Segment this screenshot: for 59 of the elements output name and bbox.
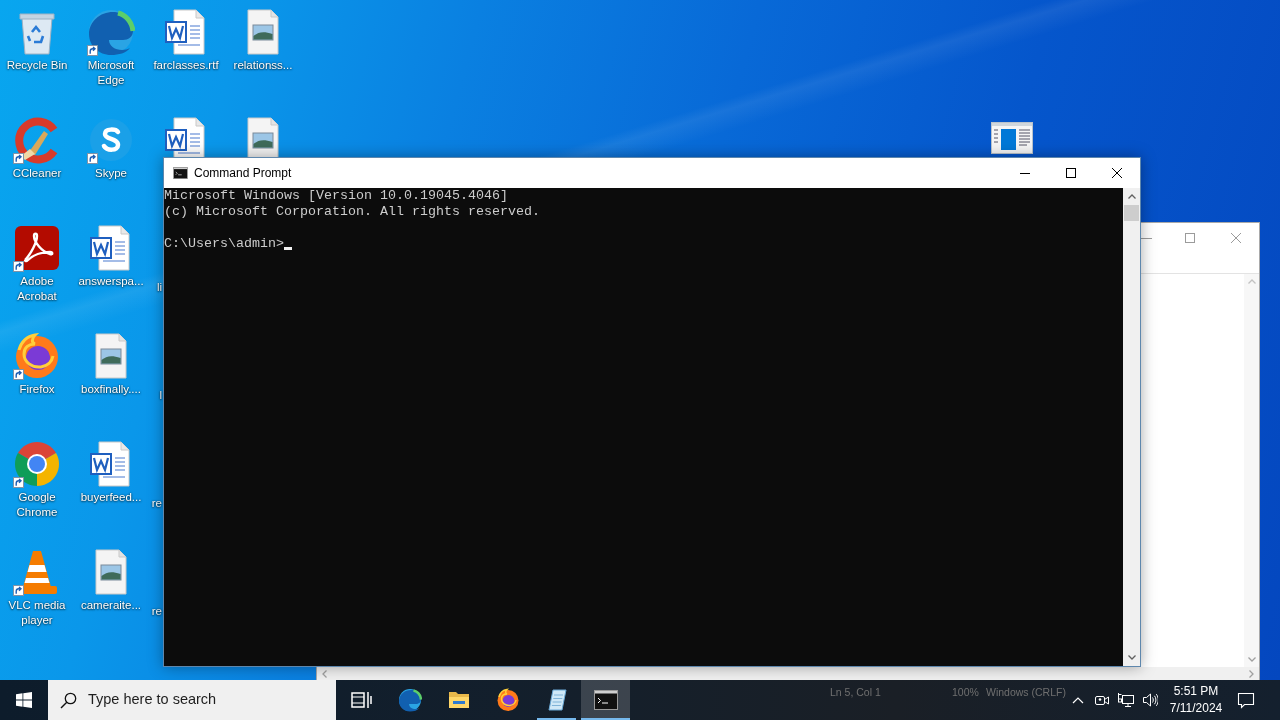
icon-label[interactable]: li	[156, 281, 162, 293]
speaker-icon	[1142, 692, 1158, 708]
network-icon	[1118, 692, 1134, 708]
line-column-status: Ln 5, Col 1	[830, 686, 881, 698]
icon-label[interactable]: cameraite...	[80, 598, 142, 613]
chevron-right-icon	[1249, 669, 1254, 678]
console-output-area[interactable]: Microsoft Windows [Version 10.0.19045.4046] (c) Microsoft Corporation. All rights reserved. C:\Users\admin>	[164, 188, 1123, 666]
vertical-scrollbar[interactable]	[1123, 188, 1140, 666]
chevron-left-icon	[322, 669, 327, 678]
zoom-status: 100%	[952, 686, 979, 698]
console-line: Microsoft Windows [Version 10.0.19045.4046]	[164, 188, 508, 204]
console-prompt: C:\Users\admin>	[164, 236, 284, 252]
icon-label[interactable]: re	[151, 605, 162, 617]
line-ending-status: Windows (CRLF)	[986, 686, 1066, 698]
fox-globe-icon[interactable]	[13, 332, 61, 380]
clock-button[interactable]: 5:51 PM 7/11/2024	[1162, 680, 1230, 720]
taskbar-button[interactable]	[581, 680, 630, 720]
console-icon	[593, 688, 618, 712]
maximize-icon	[1066, 168, 1076, 178]
console-line: (c) Microsoft Corporation. All rights reserved.	[164, 204, 540, 220]
icon-label[interactable]: Recycle Bin	[6, 58, 68, 73]
ring-logo-icon[interactable]	[13, 440, 61, 488]
speech-bubble-icon	[1237, 691, 1255, 709]
search-box[interactable]: Type here to search	[48, 680, 336, 720]
four-panes-icon	[16, 692, 32, 708]
icon-label[interactable]: CCleaner	[12, 166, 62, 181]
search-field[interactable]: Type here to search	[88, 689, 328, 711]
chevron-down-icon	[1127, 655, 1136, 660]
icon-label[interactable]: Skype	[95, 166, 127, 181]
icon-label[interactable]: VLC media player	[0, 598, 74, 628]
close-icon	[1231, 233, 1241, 243]
window-thumbnail-icon[interactable]	[991, 122, 1033, 154]
close-icon	[1112, 168, 1122, 178]
icon-label[interactable]: re	[151, 497, 162, 509]
chevron-up-icon	[1127, 194, 1136, 199]
icon-label[interactable]: l	[159, 389, 162, 401]
search-icon	[60, 691, 77, 709]
icon-label[interactable]: boxfinally....	[81, 382, 141, 397]
chevron-up-icon	[1247, 279, 1256, 284]
cursor-icon	[284, 247, 292, 250]
swirl-tile-icon[interactable]	[13, 224, 61, 272]
wave-logo-icon	[397, 688, 422, 712]
icon-label[interactable]: farclasses.rtf	[153, 58, 219, 73]
icon-label[interactable]: buyerfeed...	[80, 490, 142, 505]
window-title: Command Prompt	[194, 165, 292, 182]
fox-globe-icon	[495, 688, 520, 712]
icon-label[interactable]: Firefox	[19, 382, 55, 397]
icon-label[interactable]: Microsoft Edge	[74, 58, 148, 88]
maximize-icon	[1185, 233, 1195, 243]
s-logo-icon[interactable]	[87, 116, 135, 164]
icon-label[interactable]: Google Chrome	[0, 490, 74, 520]
console-icon	[173, 167, 188, 179]
console-window[interactable]: Command Prompt Microsoft Windows [Version 10.0.19045.4046] (c) Microsoft Corporation. All rights reserved. C:\Users\admin>	[163, 157, 1141, 667]
icon-label[interactable]: Adobe Acrobat	[0, 274, 74, 304]
icon-label[interactable]: answerspa...	[78, 274, 144, 289]
chevron-down-icon	[1247, 657, 1256, 662]
wave-logo-icon[interactable]	[87, 8, 135, 56]
icon-label[interactable]: relationss...	[233, 58, 293, 73]
scrollbar-thumb[interactable]	[1124, 205, 1139, 221]
